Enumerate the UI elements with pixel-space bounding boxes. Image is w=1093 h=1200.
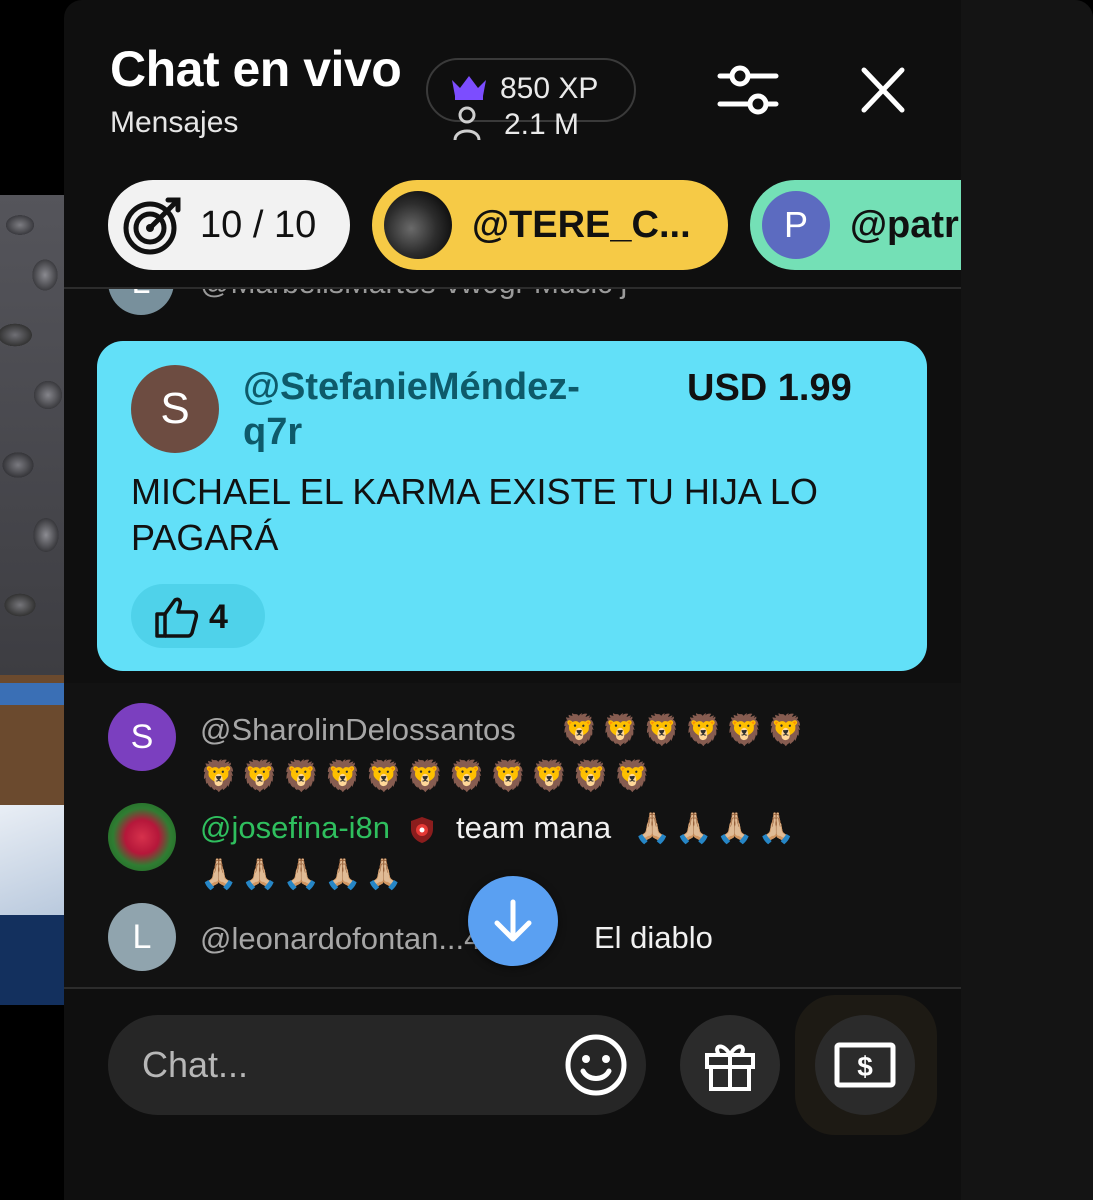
scroll-to-bottom-button[interactable]: [468, 876, 558, 966]
donor-chip-patr[interactable]: P @patr: [750, 180, 961, 270]
like-button[interactable]: 4: [131, 584, 265, 648]
message-emojis: 🙏🏼🙏🏼🙏🏼🙏🏼🙏🏼: [200, 858, 407, 891]
message-text: El diablo: [594, 920, 713, 955]
xp-value: 850 XP: [500, 72, 599, 105]
avatar: [108, 803, 176, 871]
donor-chip-tere[interactable]: @TERE_C...: [372, 180, 728, 270]
thumbs-up-icon: [155, 597, 199, 638]
page-subtitle: Mensajes: [110, 106, 239, 139]
super-chat-button[interactable]: $: [815, 1015, 915, 1115]
moderator-badge-icon: [411, 816, 434, 843]
goal-chip[interactable]: 10 / 10: [108, 180, 350, 270]
message-emojis: 🙏🏼🙏🏼🙏🏼🙏🏼: [633, 812, 800, 845]
super-chat-message: MICHAEL EL KARMA EXISTE TU HIJA LO PAGAR…: [131, 471, 818, 558]
svg-text:$: $: [857, 1051, 873, 1082]
video-scenery: [0, 195, 66, 675]
gift-button[interactable]: [680, 1015, 780, 1115]
like-count: 4: [209, 598, 228, 636]
person-icon: [453, 106, 481, 141]
crown-icon: [452, 76, 486, 100]
super-chat-author[interactable]: @StefanieMéndez-q7r: [243, 365, 623, 455]
divider: [64, 987, 961, 989]
list-item: L @MarbelisMartes-vw0gr Music j: [64, 289, 961, 329]
message-author[interactable]: @SharolinDelossantos: [200, 712, 516, 747]
message-author[interactable]: @leonardofontan...4: [200, 921, 481, 957]
arrow-down-icon: [494, 899, 532, 942]
avatar: P: [762, 191, 830, 259]
chat-composer: [108, 1015, 646, 1115]
close-button[interactable]: [858, 64, 908, 116]
close-icon: [861, 67, 905, 113]
super-chat-card[interactable]: S @StefanieMéndez-q7r USD 1.99 MICHAEL E…: [97, 341, 927, 671]
avatar: L: [108, 903, 176, 971]
avatar: L: [108, 289, 174, 315]
avatar: S: [108, 703, 176, 771]
video-stage: [0, 675, 66, 1005]
avatar: S: [131, 365, 219, 453]
list-item: S @SharolinDelossantos 🦁🦁🦁🦁🦁🦁 🦁🦁🦁🦁🦁🦁🦁🦁🦁🦁…: [64, 693, 961, 793]
message-text: team mana: [456, 810, 612, 845]
panel-side: [961, 0, 1093, 1200]
page-title: Chat en vivo: [110, 41, 402, 97]
target-icon: [123, 197, 181, 255]
super-chat-amount: USD 1.99: [687, 367, 852, 409]
dollar-bill-icon: $: [834, 1042, 896, 1088]
message-emojis: 🦁🦁🦁🦁🦁🦁: [560, 714, 809, 747]
super-chat-highlight: $: [795, 995, 937, 1135]
donor-name: @patr: [850, 204, 959, 246]
message-author[interactable]: @josefina-i8n: [200, 810, 390, 845]
emoji-picker-icon[interactable]: [562, 1031, 630, 1099]
chat-input[interactable]: [142, 1039, 542, 1091]
xp-viewers-pill[interactable]: 850 XP 2.1 M: [426, 58, 636, 141]
viewers-count: 2.1 M: [504, 108, 580, 141]
message-text: @MarbelisMartes-vw0gr Music j: [200, 289, 627, 301]
message-emojis: 🦁🦁🦁🦁🦁🦁🦁🦁🦁🦁🦁: [200, 760, 655, 793]
sliders-icon: [717, 65, 779, 115]
avatar: [384, 191, 452, 259]
filter-settings-button[interactable]: [716, 62, 780, 118]
goal-progress: 10 / 10: [200, 204, 317, 246]
gift-icon: [705, 1044, 755, 1091]
chips-row: 10 / 10 @TERE_C... P @patr: [108, 180, 961, 270]
background-video: [0, 195, 66, 1005]
donor-name: @TERE_C...: [472, 204, 691, 246]
